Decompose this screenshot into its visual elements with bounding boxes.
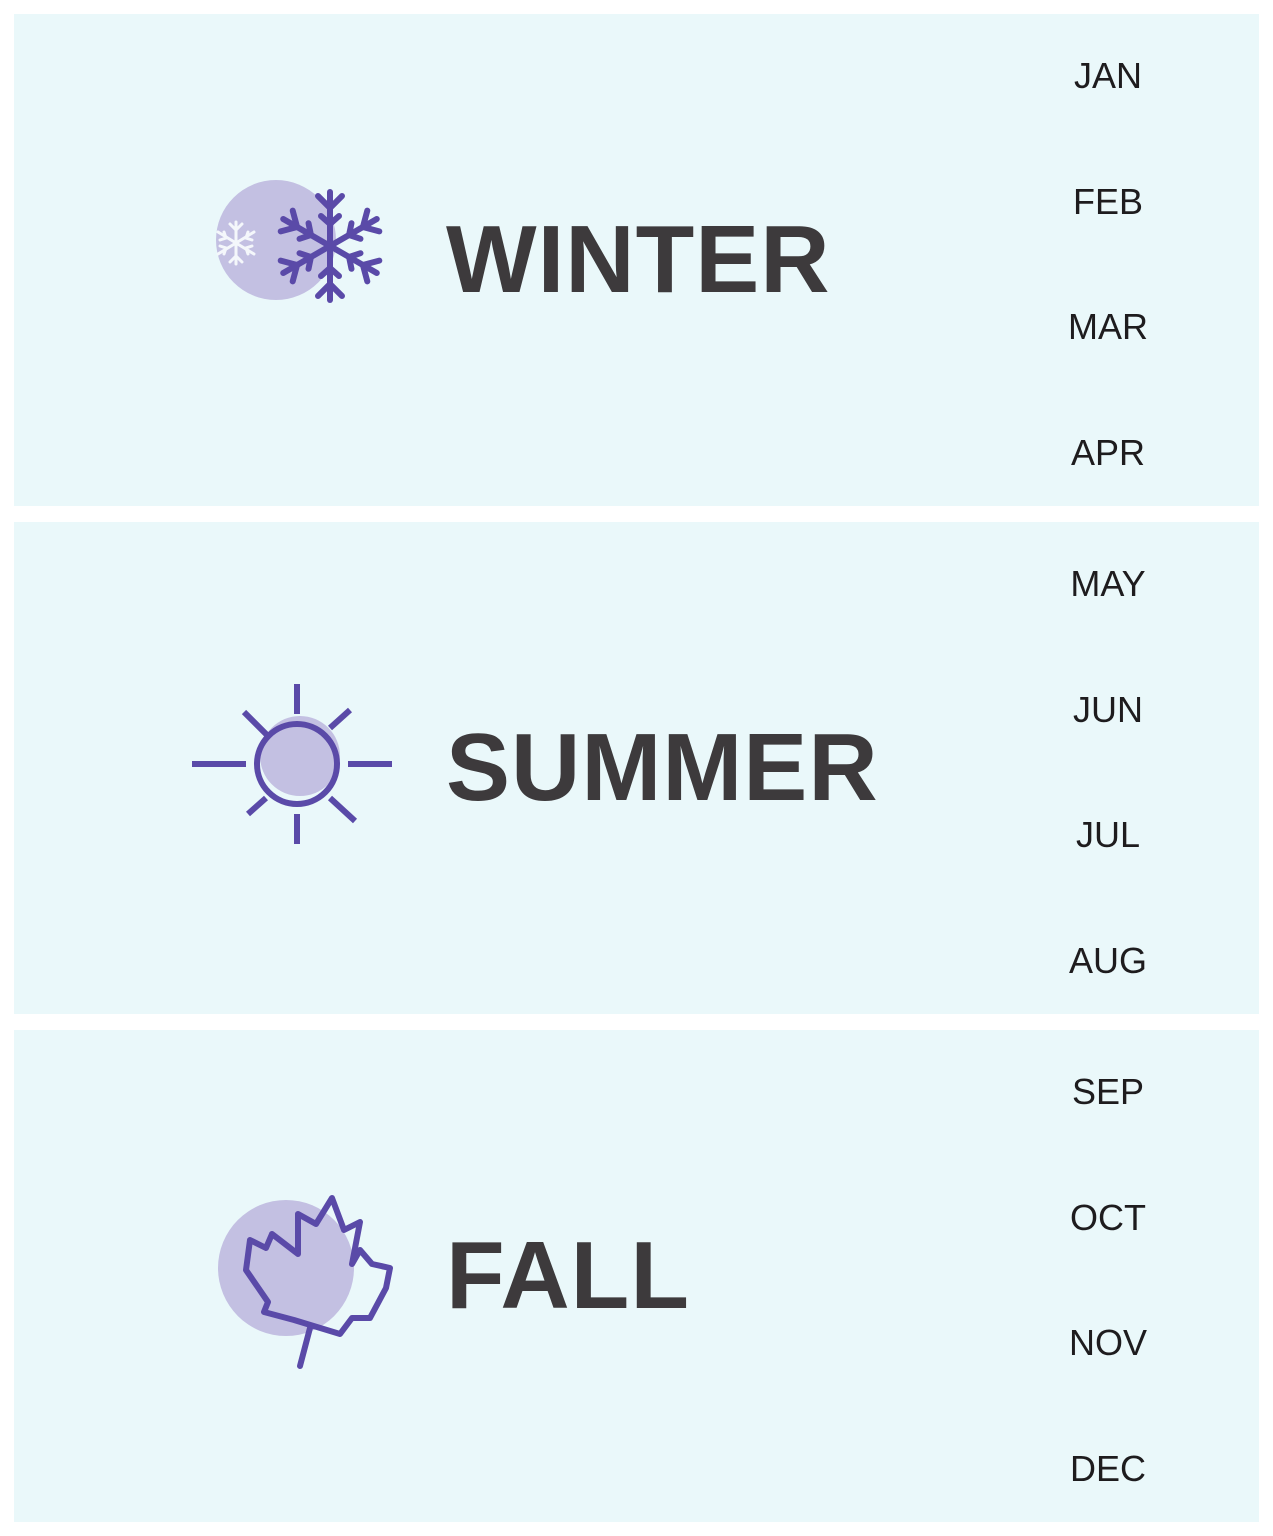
season-label-fall: FALL [446, 1222, 690, 1329]
month-label: MAR [1068, 306, 1148, 347]
month-label: SEP [1071, 1071, 1145, 1112]
month-label: JAN [1073, 55, 1142, 96]
season-label-winter: WINTER [446, 206, 831, 313]
month-label: NOV [1068, 1322, 1147, 1363]
month-label: JUL [1075, 814, 1141, 855]
month-label: DEC [1069, 1448, 1146, 1489]
season-label-summer: SUMMER [446, 714, 879, 821]
season-panel-winter: WINTER JAN FEB MAR APR [14, 14, 1259, 506]
month-label: FEB [1072, 181, 1143, 222]
month-label: OCT [1070, 1197, 1146, 1238]
month-label: APR [1070, 432, 1146, 473]
maple-leaf-icon [190, 1176, 410, 1376]
sun-icon [190, 668, 410, 868]
snowflake-icon [190, 160, 410, 360]
season-panel-fall: FALL SEP OCT NOV DEC [14, 1030, 1259, 1522]
season-panel-summer: SUMMER MAY JUN JUL AUG [14, 522, 1259, 1014]
month-label: MAY [1070, 563, 1146, 604]
month-label: JUN [1073, 689, 1143, 730]
month-label: AUG [1068, 940, 1147, 981]
